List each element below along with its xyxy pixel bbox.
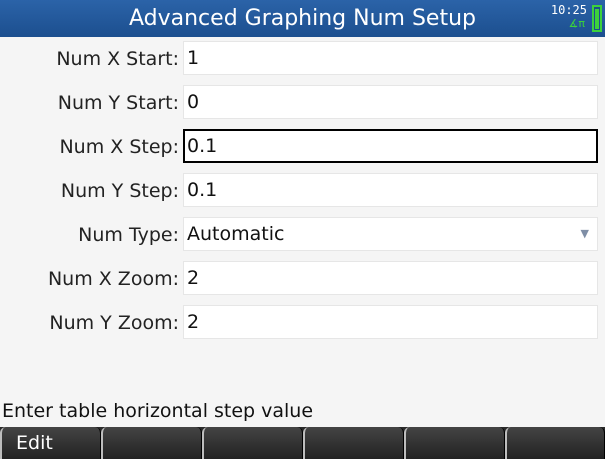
softkey-3[interactable] <box>202 427 303 459</box>
num-type-row: Num Type: Automatic ▼ <box>0 213 605 257</box>
num-y-zoom-label: Num Y Zoom: <box>49 312 179 334</box>
num-x-start-row: Num X Start: 1 <box>0 37 605 81</box>
num-y-zoom-row: Num Y Zoom: 2 <box>0 301 605 345</box>
softkey-5[interactable] <box>404 427 505 459</box>
num-x-zoom-label: Num X Zoom: <box>47 268 179 290</box>
calculator-screen: Advanced Graphing Num Setup 10:25 ∡π Num… <box>0 0 605 459</box>
num-x-step-field[interactable]: 0.1 <box>183 129 598 163</box>
num-y-zoom-field[interactable]: 2 <box>183 305 598 339</box>
battery-icon <box>592 5 602 32</box>
num-x-step-label: Num X Step: <box>59 136 179 158</box>
num-y-step-field[interactable]: 0.1 <box>183 173 598 207</box>
num-type-label: Num Type: <box>78 224 179 246</box>
num-y-start-row: Num Y Start: 0 <box>0 81 605 125</box>
angle-mode-indicator: ∡π <box>568 17 585 30</box>
num-y-start-label: Num Y Start: <box>57 92 179 114</box>
clock: 10:25 <box>550 3 587 17</box>
num-y-step-row: Num Y Step: 0.1 <box>0 169 605 213</box>
title-bar: Advanced Graphing Num Setup 10:25 ∡π <box>0 0 605 37</box>
num-type-value: Automatic <box>187 223 285 245</box>
softkey-menu-bar: Edit <box>0 427 605 459</box>
softkey-4[interactable] <box>303 427 404 459</box>
num-x-zoom-row: Num X Zoom: 2 <box>0 257 605 301</box>
softkey-2[interactable] <box>101 427 202 459</box>
page-title: Advanced Graphing Num Setup <box>128 6 476 31</box>
num-y-start-field[interactable]: 0 <box>183 85 598 119</box>
softkey-6[interactable] <box>505 427 605 459</box>
edit-softkey[interactable]: Edit <box>0 427 101 459</box>
help-text: Enter table horizontal step value <box>2 400 314 422</box>
num-y-step-label: Num Y Step: <box>60 180 179 202</box>
num-x-start-label: Num X Start: <box>56 48 179 70</box>
chevron-down-icon[interactable]: ▼ <box>581 218 589 250</box>
num-type-select[interactable]: Automatic ▼ <box>183 217 598 251</box>
num-x-start-field[interactable]: 1 <box>183 41 598 75</box>
num-x-zoom-field[interactable]: 2 <box>183 261 598 295</box>
num-x-step-row: Num X Step: 0.1 <box>0 125 605 169</box>
